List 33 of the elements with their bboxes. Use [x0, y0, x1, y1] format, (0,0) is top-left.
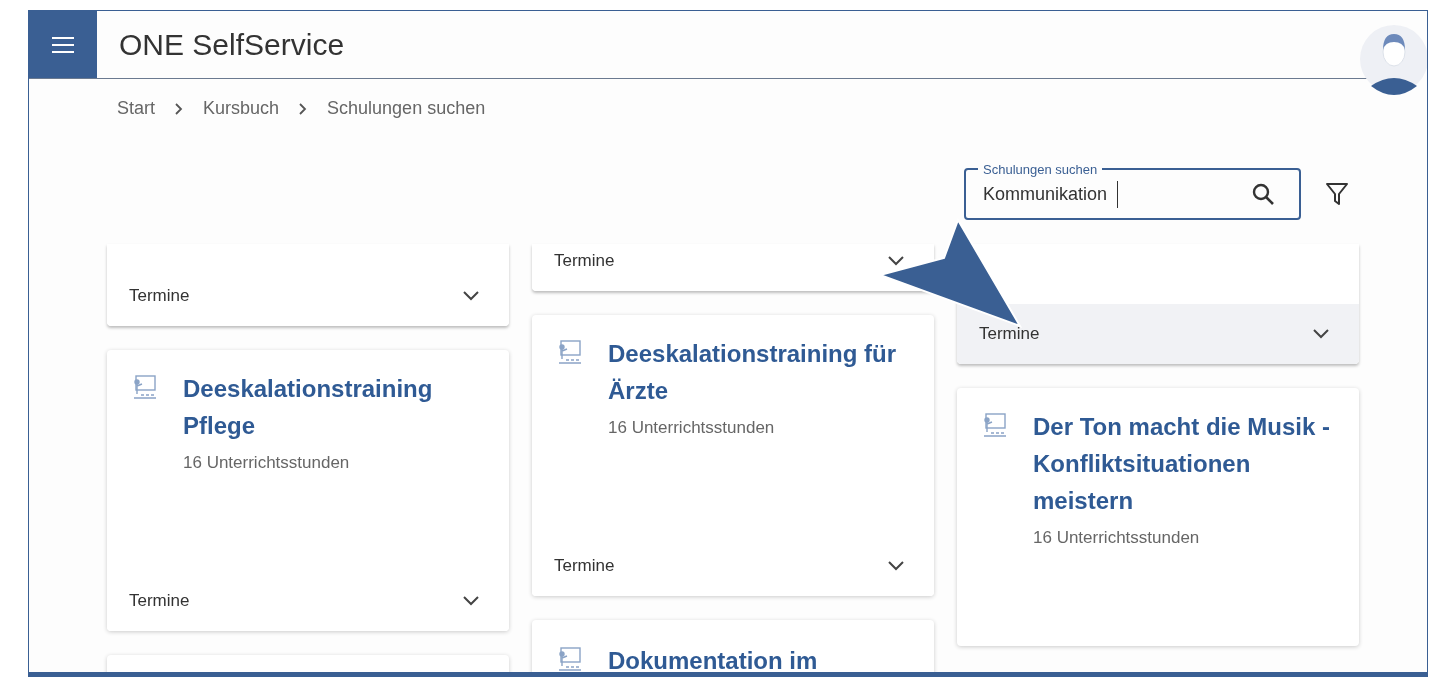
lesson-count: 16 Unterrichtsstunden	[608, 417, 776, 439]
menu-button[interactable]	[29, 11, 97, 78]
lesson-count: 16 Unterrichtsstunden	[183, 452, 351, 474]
appointments-toggle[interactable]: Termine	[107, 266, 509, 326]
chevron-down-icon	[463, 595, 479, 606]
avatar[interactable]	[1359, 24, 1427, 96]
appointments-toggle[interactable]: Termine	[532, 535, 934, 596]
presentation-icon	[981, 412, 1007, 438]
breadcrumb-link[interactable]: Schulungen suchen	[327, 95, 486, 122]
chevron-down-icon	[888, 560, 904, 571]
breadcrumb-link[interactable]: Start	[117, 95, 155, 122]
app-title: ONE SelfService	[119, 27, 345, 63]
presentation-icon	[556, 339, 582, 365]
course-title[interactable]: Deeskalationstraining Pflege	[183, 370, 489, 444]
chevron-right-icon	[175, 102, 183, 115]
chevron-down-icon	[463, 291, 479, 301]
appointments-toggle[interactable]: Termine	[532, 244, 934, 291]
lesson-count: 16 Unterrichtsstunden	[1033, 527, 1201, 549]
course-title[interactable]: Der Ton macht die Musik - Konfliktsituationen meistern	[1033, 408, 1339, 519]
course-title[interactable]: Deeskalationstraining für Ärzte	[608, 335, 914, 409]
filter-icon[interactable]	[1325, 182, 1349, 206]
appointments-toggle[interactable]: Termine	[107, 570, 509, 631]
course-title[interactable]: Dokumentation im	[608, 641, 818, 672]
chevron-down-icon	[888, 256, 904, 266]
presentation-icon	[131, 374, 157, 400]
presentation-icon	[556, 645, 582, 672]
chevron-right-icon	[299, 102, 308, 115]
chevron-down-icon	[1313, 329, 1329, 339]
menu-icon	[52, 36, 74, 53]
search-input[interactable]: Kommunikation	[983, 180, 1118, 208]
search-icon[interactable]	[1251, 182, 1275, 206]
breadcrumb-link[interactable]: Kursbuch	[203, 95, 280, 122]
appointments-toggle[interactable]: Termine	[957, 304, 1359, 364]
